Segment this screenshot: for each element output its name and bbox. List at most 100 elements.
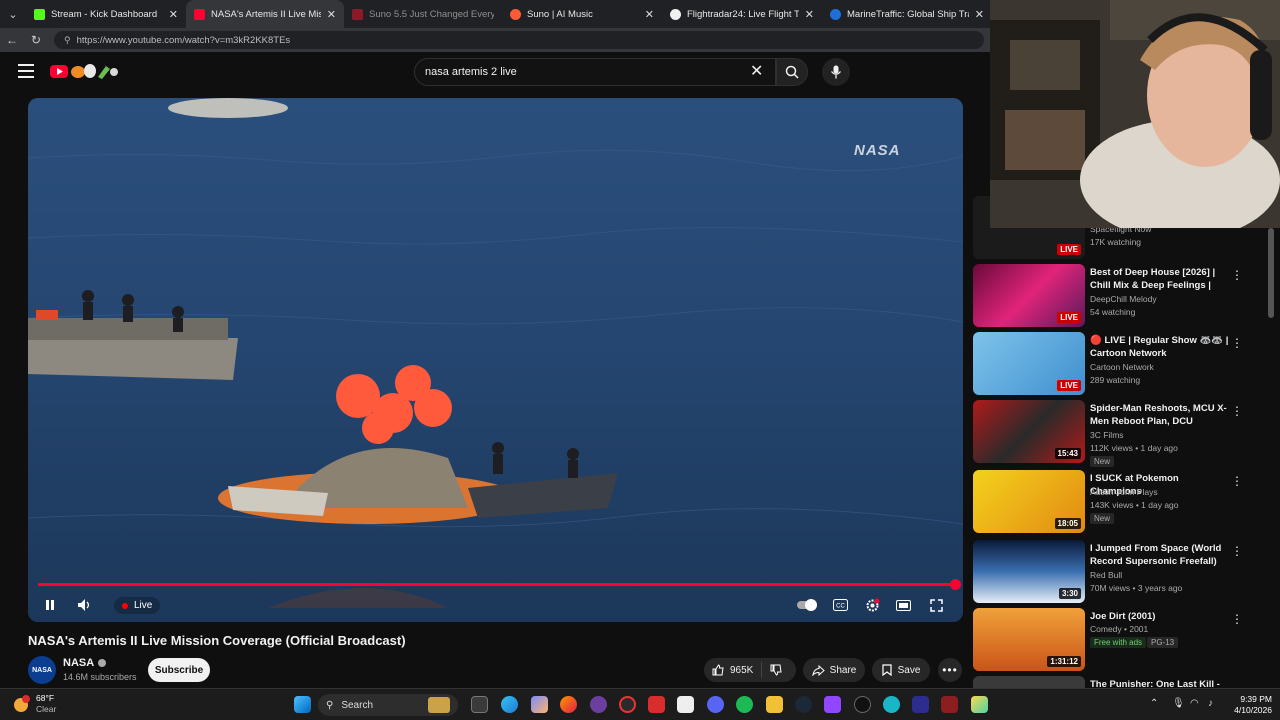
app-v-icon[interactable] (941, 696, 958, 713)
captions-button[interactable]: CC (832, 595, 848, 615)
save-button[interactable]: Save (872, 658, 930, 682)
speaker-icon[interactable]: ♪ (1208, 698, 1213, 709)
firefox-icon[interactable] (560, 696, 577, 713)
autoplay-toggle[interactable] (796, 595, 818, 615)
sidebar-scrollbar[interactable] (1268, 228, 1274, 318)
app-violet-icon[interactable] (824, 696, 841, 713)
recommendation-title[interactable]: I Jumped From Space (World Record Supers… (1090, 542, 1230, 568)
more-vertical-icon[interactable]: ⋮ (1231, 404, 1243, 418)
video-thumbnail[interactable]: 15:43 (973, 400, 1085, 463)
copilot-icon[interactable] (531, 696, 548, 713)
recommendation-channel[interactable]: Cartoon Network (1090, 362, 1154, 372)
like-button[interactable]: 965K (704, 658, 761, 682)
settings-button[interactable] (864, 595, 880, 615)
youtube-doodle-logo[interactable] (50, 63, 120, 81)
browser-tab-active[interactable]: NASA's Artemis II Live Mission Co ✕ (186, 0, 344, 28)
video-thumbnail[interactable]: LIVE (973, 264, 1085, 327)
recommendation-channel[interactable]: Comedy • 2001 (1090, 624, 1148, 634)
weather-widget[interactable]: 68°F Clear (12, 693, 56, 715)
edge-browser-icon[interactable] (501, 696, 518, 713)
app-multicolor-icon[interactable] (971, 696, 988, 713)
task-view-icon[interactable] (471, 696, 488, 713)
spotify-icon[interactable] (736, 696, 753, 713)
dislike-button[interactable] (762, 658, 790, 682)
voice-search-button[interactable] (822, 58, 850, 86)
app-cyan-icon[interactable] (883, 696, 900, 713)
progress-scrubber-handle[interactable] (950, 579, 961, 590)
recommendation-channel[interactable]: Red Bull (1090, 570, 1122, 580)
more-vertical-icon[interactable]: ⋮ (1231, 336, 1243, 350)
app-purple-icon[interactable] (590, 696, 607, 713)
tab-close-icon[interactable]: ✕ (169, 8, 178, 21)
recommendation-channel[interactable]: DeepChill Melody (1090, 294, 1157, 304)
video-thumbnail[interactable] (973, 676, 1085, 688)
list-item[interactable]: 3:30 I Jumped From Space (World Record S… (973, 540, 1268, 604)
recommendation-channel[interactable]: 3C Films (1090, 430, 1124, 440)
video-thumbnail[interactable]: 18:05 (973, 470, 1085, 533)
menu-hamburger-icon[interactable] (18, 64, 34, 78)
live-indicator[interactable]: Live (114, 597, 161, 614)
recommendation-title[interactable]: The Punisher: One Last Kill - (1090, 678, 1230, 688)
site-info-icon[interactable]: ⚲ (64, 35, 71, 46)
discord-icon[interactable] (707, 696, 724, 713)
list-item[interactable]: LIVE Best of Deep House [2026] | Chill M… (973, 264, 1268, 328)
pause-button[interactable] (42, 595, 58, 615)
share-button[interactable]: Share (803, 658, 865, 682)
back-arrow-icon[interactable]: ← (0, 33, 24, 47)
more-vertical-icon[interactable]: ⋮ (1231, 544, 1243, 558)
list-item[interactable]: 1:31:12 Joe Dirt (2001) Comedy • 2001 Fr… (973, 608, 1268, 672)
channel-name-link[interactable]: NASA (63, 657, 107, 669)
browser-tab[interactable]: Suno 5.5 Just Changed Everything (344, 0, 502, 28)
recommendation-title[interactable]: Spider-Man Reshoots, MCU X-Men Reboot Pl… (1090, 402, 1230, 429)
fullscreen-button[interactable] (928, 595, 944, 615)
browser-tab[interactable]: MarineTraffic: Global Ship Tracking ✕ (822, 0, 992, 28)
list-item[interactable]: The Punisher: One Last Kill - (973, 676, 1268, 688)
reload-icon[interactable]: ↻ (24, 33, 48, 47)
tray-microphone-icon[interactable]: 🎙 (1172, 698, 1185, 709)
video-player[interactable]: NASA Live CC (28, 98, 963, 622)
more-actions-button[interactable]: ••• (938, 658, 962, 682)
recommendation-title[interactable]: 🔴 LIVE | Regular Show 🦝🦝 | Cartoon Netwo… (1090, 334, 1230, 360)
channel-avatar[interactable]: NASA (28, 656, 56, 684)
list-item[interactable]: 15:43 Spider-Man Reshoots, MCU X-Men Reb… (973, 400, 1268, 467)
fx-app-icon[interactable] (912, 696, 929, 713)
system-clock[interactable]: 9:39 PM 4/10/2026 (1228, 694, 1272, 716)
browser-tab[interactable]: Suno | AI Music ✕ (502, 0, 662, 28)
theater-mode-button[interactable] (895, 595, 911, 615)
more-vertical-icon[interactable]: ⋮ (1231, 268, 1243, 282)
recommendation-title[interactable]: Joe Dirt (2001) (1090, 610, 1230, 623)
app-red-icon[interactable] (648, 696, 665, 713)
wifi-icon[interactable]: ◠ (1190, 698, 1199, 709)
file-explorer-icon[interactable] (766, 696, 783, 713)
video-thumbnail[interactable]: 3:30 (973, 540, 1085, 603)
windows-start-icon[interactable] (294, 696, 311, 713)
more-vertical-icon[interactable]: ⋮ (1231, 612, 1243, 626)
browser-tab[interactable]: Stream - Kick Dashboard ✕ (26, 0, 186, 28)
tray-overflow-chevron-icon[interactable]: ⌃ (1150, 698, 1158, 709)
list-item[interactable]: LIVE 🔴 LIVE | Regular Show 🦝🦝 | Cartoon … (973, 332, 1268, 396)
search-input[interactable]: nasa artemis 2 live (414, 58, 776, 86)
tab-close-icon[interactable]: ✕ (645, 8, 654, 21)
volume-button[interactable] (76, 595, 94, 615)
obs-icon[interactable] (619, 696, 636, 713)
clear-search-icon[interactable]: ✕ (750, 62, 763, 82)
more-vertical-icon[interactable]: ⋮ (1231, 474, 1243, 488)
recommendation-channel[interactable]: Austin John Plays (1090, 487, 1158, 497)
recommendation-title[interactable]: Best of Deep House [2026] | Chill Mix & … (1090, 266, 1230, 293)
tab-close-icon[interactable]: ✕ (975, 8, 984, 21)
browser-tab[interactable]: Flightradar24: Live Flight Tracker - ✕ (662, 0, 822, 28)
tab-close-icon[interactable]: ✕ (805, 8, 814, 21)
list-item[interactable]: 18:05 I SUCK at Pokemon Champions Austin… (973, 470, 1268, 534)
taskbar-search-box[interactable]: ⚲ Search (318, 694, 458, 716)
url-field[interactable]: ⚲ https://www.youtube.com/watch?v=m3kR2K… (54, 31, 984, 49)
tab-search-chevron-icon[interactable]: ⌄ (0, 0, 26, 28)
video-thumbnail[interactable]: 1:31:12 (973, 608, 1085, 671)
video-thumbnail[interactable]: LIVE (973, 332, 1085, 395)
search-button[interactable] (776, 58, 808, 86)
progress-bar[interactable] (38, 583, 956, 586)
app-dark-icon[interactable] (854, 696, 871, 713)
subscribe-button[interactable]: Subscribe (148, 658, 210, 682)
tab-close-icon[interactable]: ✕ (327, 8, 336, 21)
steam-icon[interactable] (795, 696, 812, 713)
itunes-icon[interactable] (677, 696, 694, 713)
